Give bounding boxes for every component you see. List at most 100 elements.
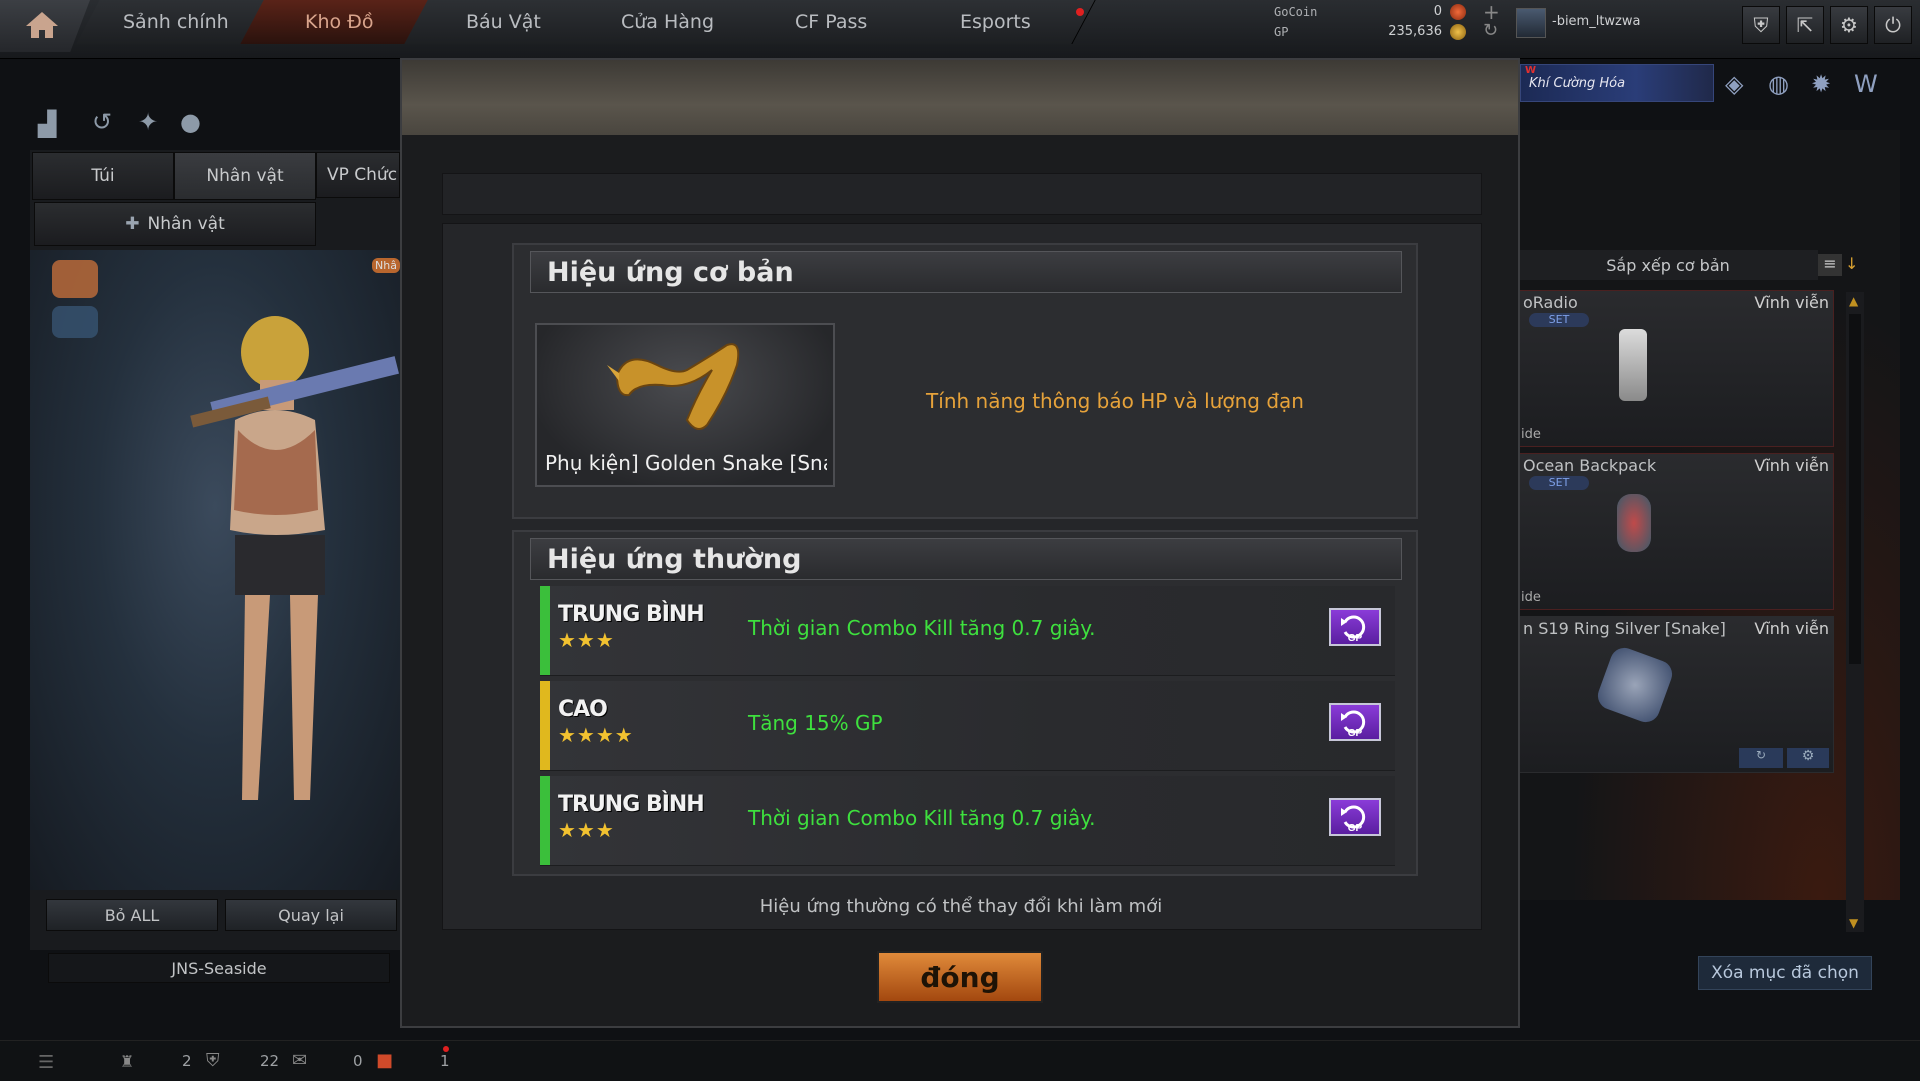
glasses-icon[interactable] xyxy=(52,306,98,338)
sort-arrow-icon[interactable]: ↓ xyxy=(1845,254,1863,276)
item-foot: ide xyxy=(1521,590,1541,605)
avatar[interactable] xyxy=(1516,8,1546,38)
backpack-image xyxy=(1617,494,1651,552)
effect-text: Tăng 15% GP xyxy=(748,711,883,735)
tier-label: TRUNG BÌNH xyxy=(558,792,705,817)
tier-color-bar xyxy=(540,776,550,865)
scroll-up-icon[interactable]: ▲ xyxy=(1849,294,1858,308)
sort-dropdown[interactable]: Sắp xếp cơ bản xyxy=(1518,250,1818,280)
item-card-ring[interactable]: n S19 Ring Silver [Snake] Vĩnh viễn ↻ ⚙ xyxy=(1518,616,1834,773)
modal-subbar xyxy=(442,173,1482,215)
gear-icon[interactable]: ⚙ xyxy=(1830,6,1868,44)
scrollbar[interactable]: ▲ ▼ xyxy=(1846,292,1864,932)
character-add-icon: ✚ xyxy=(125,214,140,234)
home-icon xyxy=(26,12,58,38)
nav-tab-esports[interactable]: Esports xyxy=(896,0,1096,44)
effect-row: TRUNG BÌNH ★★★ Thời gian Combo Kill tăng… xyxy=(540,586,1395,676)
close-button[interactable]: đóng xyxy=(877,951,1043,1003)
chat-icon[interactable]: ✉ xyxy=(292,1050,307,1071)
item-name: n S19 Ring Silver [Snake] xyxy=(1523,619,1726,638)
gp-reroll-button[interactable]: GP xyxy=(1329,798,1381,836)
menu-icon[interactable]: ☰ xyxy=(38,1052,54,1073)
scrollbar-thumb[interactable] xyxy=(1849,314,1861,664)
list-view-icon[interactable]: ≡ xyxy=(1818,254,1842,276)
tier-stars: ★★★ xyxy=(558,628,615,652)
tab-bag[interactable]: Túi xyxy=(32,152,174,200)
effect-text: Thời gian Combo Kill tăng 0.7 giây. xyxy=(748,616,1096,640)
ring-image xyxy=(1593,643,1677,727)
tier-label: CAO xyxy=(558,697,608,722)
basic-effect-title: Hiệu ứng cơ bản xyxy=(530,251,1402,293)
modal-header xyxy=(402,60,1518,135)
tier-color-bar xyxy=(540,681,550,770)
gift-count: 0 xyxy=(353,1052,363,1070)
username: -biem_ltwzwa xyxy=(1552,14,1641,29)
item-duration: Vĩnh viễn xyxy=(1754,619,1829,638)
svg-text:GP: GP xyxy=(1348,633,1363,644)
grenade-icon[interactable]: ● xyxy=(180,108,201,136)
map-name: JNS-Seaside xyxy=(48,953,390,983)
set-badge: SET xyxy=(1529,313,1589,327)
clan-count: 2 xyxy=(182,1052,192,1070)
alert-dot xyxy=(443,1046,449,1052)
event-banner[interactable]: W Khí Cường Hóa xyxy=(1520,64,1714,102)
character-model xyxy=(190,316,399,800)
remove-all-button[interactable]: Bỏ ALL xyxy=(46,899,218,931)
refresh-note: Hiệu ứng thường có thể thay đổi khi làm … xyxy=(759,896,1163,917)
tab-vp[interactable]: VP Chức xyxy=(316,152,400,198)
item-foot: ide xyxy=(1521,427,1541,442)
message-count: 22 xyxy=(260,1052,280,1070)
wings-icon[interactable]: W xyxy=(1854,70,1878,98)
radio-image xyxy=(1619,329,1647,401)
friends-icon[interactable]: ♜ xyxy=(120,1052,134,1071)
settings-icon[interactable]: ⚙ xyxy=(1787,748,1829,768)
banner-text: Khí Cường Hóa xyxy=(1529,76,1626,91)
clan-icon[interactable]: ⛨ xyxy=(206,1050,220,1071)
gp-reroll-icon: GP xyxy=(1341,615,1366,644)
effect-row: TRUNG BÌNH ★★★ Thời gian Combo Kill tăng… xyxy=(540,776,1395,866)
subtab-character-label: Nhân vật xyxy=(147,214,225,234)
bottom-bar xyxy=(0,1040,1920,1081)
emblem-icon[interactable]: ◈ xyxy=(1725,70,1743,98)
refresh-gp-icon[interactable]: ↻ xyxy=(1739,748,1783,768)
scroll-down-icon[interactable]: ▼ xyxy=(1849,916,1858,930)
mask-icon[interactable] xyxy=(52,260,98,298)
banner-badge: W xyxy=(1525,65,1537,76)
svg-text:GP: GP xyxy=(1348,823,1363,834)
compass-icon[interactable]: ✹ xyxy=(1811,70,1831,98)
clear-selected-button[interactable]: Xóa mục đã chọn xyxy=(1698,956,1872,990)
set-badge: SET xyxy=(1529,476,1589,490)
tab-character[interactable]: Nhân vật xyxy=(174,152,316,200)
item-card-radio[interactable]: oRadio Vĩnh viễn SET ide xyxy=(1518,290,1834,447)
subtab-character[interactable]: ✚ Nhân vật xyxy=(34,202,316,246)
normal-effect-title: Hiệu ứng thường xyxy=(530,538,1402,580)
item-name: Ocean Backpack xyxy=(1523,456,1657,475)
item-name: oRadio xyxy=(1523,293,1578,312)
notification-count: 1 xyxy=(440,1052,450,1070)
gp-reroll-button[interactable]: GP xyxy=(1329,608,1381,646)
exit-room-icon[interactable]: ⇱ xyxy=(1786,6,1824,44)
refresh-icon[interactable]: ↻ xyxy=(1483,20,1498,41)
stats-icon[interactable]: ▟ xyxy=(38,110,56,138)
item-duration: Vĩnh viễn xyxy=(1754,293,1829,312)
gift-icon[interactable]: ■ xyxy=(376,1050,393,1071)
item-duration: Vĩnh viễn xyxy=(1754,456,1829,475)
tier-stars: ★★★ xyxy=(558,818,615,842)
shield-icon[interactable]: ⛨ xyxy=(1742,6,1780,44)
effect-row: CAO ★★★★ Tăng 15% GP GP xyxy=(540,681,1395,771)
effect-text: Thời gian Combo Kill tăng 0.7 giây. xyxy=(748,806,1096,830)
gp-coin-icon xyxy=(1450,24,1466,40)
rotate-icon[interactable]: ↺ xyxy=(92,108,112,136)
pose-icon[interactable]: ✦ xyxy=(138,108,158,136)
power-icon[interactable]: ⏻ xyxy=(1874,6,1912,44)
back-button[interactable]: Quay lại xyxy=(225,899,397,931)
golden-snake-icon xyxy=(607,343,740,430)
item-name-label: Phụ kiện] Golden Snake [Snake] xyxy=(545,451,827,475)
gp-value: 235,636 xyxy=(1388,24,1442,39)
item-card-backpack[interactable]: Ocean Backpack Vĩnh viễn SET ide xyxy=(1518,453,1834,610)
gp-label: GP xyxy=(1274,25,1289,39)
gp-reroll-button[interactable]: GP xyxy=(1329,703,1381,741)
globe-icon[interactable]: ◍ xyxy=(1768,70,1789,98)
tier-color-bar xyxy=(540,586,550,675)
gocoin-value: 0 xyxy=(1433,4,1442,19)
